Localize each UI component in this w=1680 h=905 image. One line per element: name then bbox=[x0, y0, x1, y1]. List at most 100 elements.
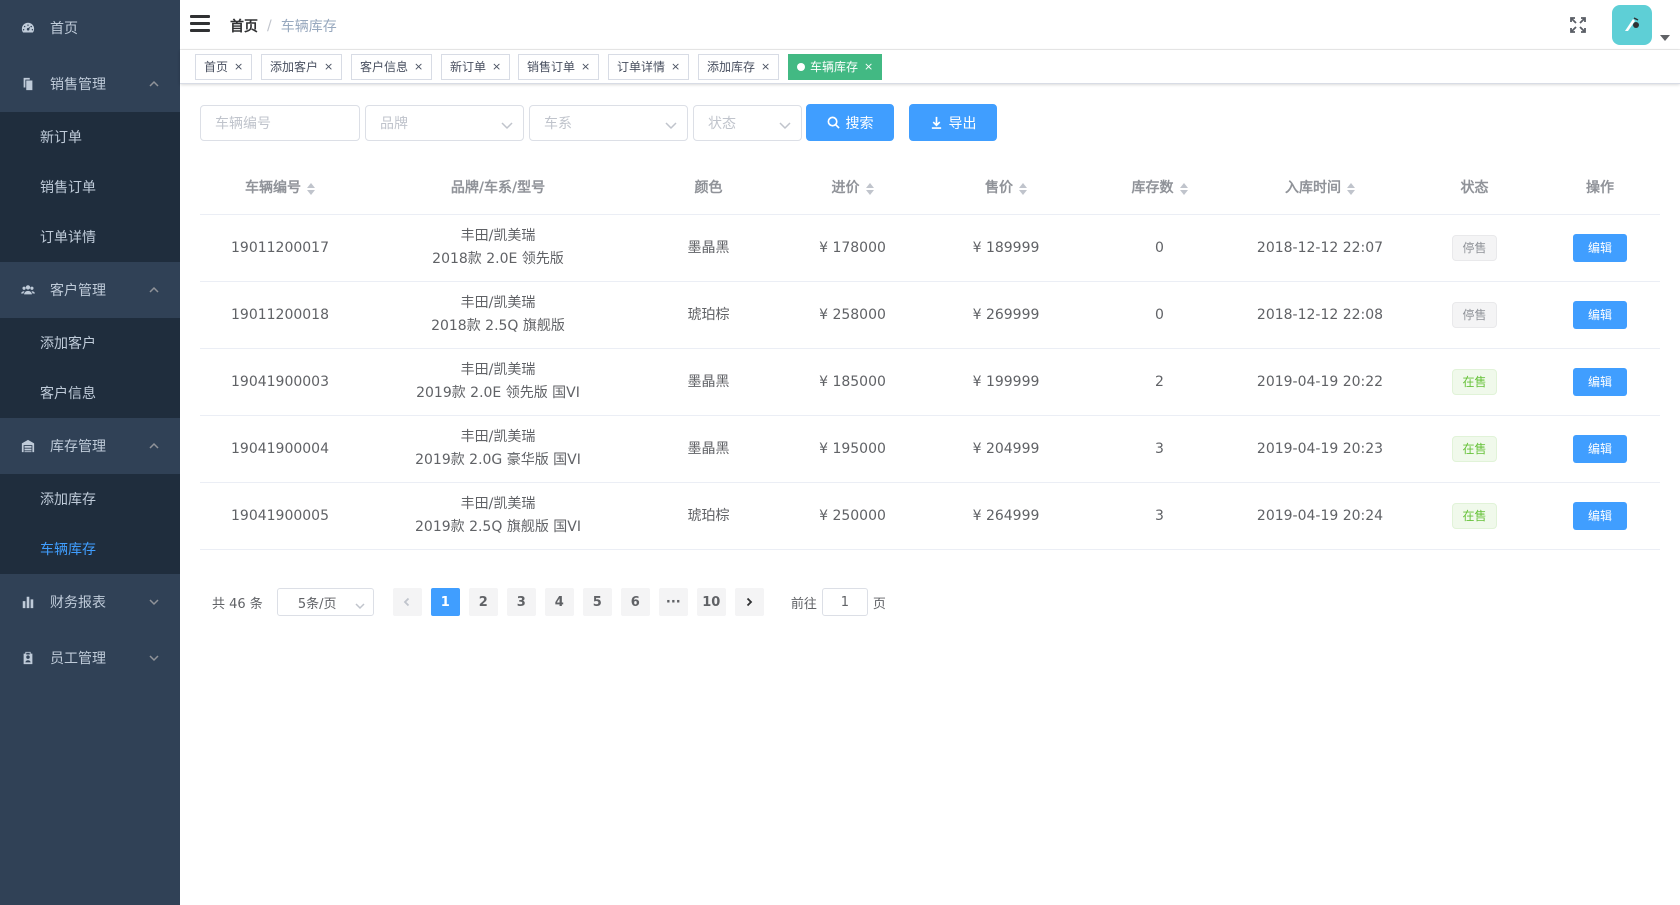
tag-new-order[interactable]: 新订单 × bbox=[441, 54, 511, 80]
sidebar-item-sales-orders[interactable]: 销售订单 bbox=[0, 162, 180, 212]
sidebar-item-staff[interactable]: 员工管理 bbox=[0, 630, 180, 686]
chevron-up-icon bbox=[148, 440, 160, 452]
next-page-button[interactable] bbox=[734, 588, 764, 616]
sidebar-item-add-stock[interactable]: 添加库存 bbox=[0, 474, 180, 524]
prev-page-button[interactable] bbox=[392, 588, 422, 616]
model-cell: 丰田/凯美瑞 2018款 2.0E 领先版 bbox=[432, 228, 564, 267]
avatar[interactable] bbox=[1612, 5, 1652, 45]
model-cell: 丰田/凯美瑞 2019款 2.0G 豪华版 国VI bbox=[415, 429, 581, 468]
tag-home[interactable]: 首页 × bbox=[195, 54, 253, 80]
more-pages-button[interactable]: ··· bbox=[658, 588, 688, 616]
action-cell: 编辑 bbox=[1540, 435, 1660, 463]
sort-icon[interactable] bbox=[1019, 182, 1027, 195]
edit-button[interactable]: 编辑 bbox=[1572, 435, 1627, 463]
brand-select[interactable]: 品牌 bbox=[365, 105, 524, 141]
sidebar-item-new-order[interactable]: 新订单 bbox=[0, 112, 180, 162]
col-time[interactable]: 入库时间 bbox=[1231, 177, 1409, 200]
col-stock[interactable]: 库存数 bbox=[1088, 177, 1231, 200]
sidebar-item-customer-info[interactable]: 客户信息 bbox=[0, 368, 180, 418]
breadcrumb: 首页 / 车辆库存 bbox=[230, 16, 337, 36]
tag-sales-orders[interactable]: 销售订单 × bbox=[518, 54, 600, 80]
tag-vehicle-stock[interactable]: 车辆库存 × bbox=[788, 54, 883, 80]
tag-add-customer[interactable]: 添加客户 × bbox=[261, 54, 343, 80]
submenu-inventory: 添加库存 车辆库存 bbox=[0, 474, 180, 574]
sidebar-item-sales[interactable]: 销售管理 bbox=[0, 56, 180, 112]
page-button[interactable]: 4 bbox=[544, 588, 574, 616]
page-button[interactable]: 3 bbox=[506, 588, 536, 616]
close-icon[interactable]: × bbox=[581, 55, 590, 79]
table-row: 19041900004 丰田/凯美瑞 2019款 2.0G 豪华版 国VI 墨晶黑 ¥ … bbox=[200, 416, 1660, 483]
page-button[interactable]: 5 bbox=[582, 588, 612, 616]
edit-button[interactable]: 编辑 bbox=[1572, 502, 1627, 530]
stock-cell: 3 bbox=[1155, 507, 1164, 524]
edit-button[interactable]: 编辑 bbox=[1572, 234, 1627, 262]
time-cell: 2019-04-19 20:24 bbox=[1256, 507, 1384, 524]
action-cell: 编辑 bbox=[1540, 301, 1660, 329]
close-icon[interactable]: × bbox=[414, 55, 423, 79]
edit-button[interactable]: 编辑 bbox=[1572, 301, 1627, 329]
close-icon[interactable]: × bbox=[234, 55, 243, 79]
vehicle-no-cell: 19041900004 bbox=[231, 440, 329, 457]
export-button[interactable]: 导出 bbox=[909, 104, 997, 141]
goto-page-input[interactable] bbox=[821, 588, 868, 616]
sort-icon[interactable] bbox=[865, 182, 874, 195]
page-button[interactable]: 2 bbox=[468, 588, 498, 616]
chevron-down-icon bbox=[501, 118, 513, 130]
page-button[interactable]: 10 bbox=[696, 588, 726, 616]
stock-cell: 0 bbox=[1155, 306, 1164, 323]
vehicle-no-input[interactable]: 车辆编号 bbox=[200, 105, 360, 141]
page-size-value: 5条/页 bbox=[297, 596, 337, 612]
fullscreen-icon[interactable] bbox=[1569, 16, 1587, 34]
caret-down-icon[interactable] bbox=[1660, 30, 1670, 41]
action-cell: 编辑 bbox=[1540, 368, 1660, 396]
page-size-select[interactable]: 5条/页 bbox=[276, 588, 374, 616]
sidebar-item-add-customer[interactable]: 添加客户 bbox=[0, 318, 180, 368]
series-select[interactable]: 车系 bbox=[529, 105, 688, 141]
series-placeholder: 车系 bbox=[544, 116, 572, 132]
table-body: 19011200017 丰田/凯美瑞 2018款 2.0E 领先版 墨晶黑 ¥ 1780… bbox=[200, 215, 1660, 550]
close-icon[interactable]: × bbox=[492, 55, 501, 79]
sidebar-item-home[interactable]: 首页 bbox=[0, 0, 180, 56]
sidebar-item-customers[interactable]: 客户管理 bbox=[0, 262, 180, 318]
goto-label: 前往 bbox=[790, 596, 817, 612]
close-icon[interactable]: × bbox=[864, 55, 873, 79]
status-select[interactable]: 状态 bbox=[693, 105, 802, 141]
tag-add-stock[interactable]: 添加库存 × bbox=[698, 54, 780, 80]
search-button[interactable]: 搜索 bbox=[806, 104, 894, 141]
page-jump: 前往 页 bbox=[791, 588, 886, 616]
chevron-up-icon bbox=[148, 78, 160, 90]
vehicle-stock-table: 车辆编号 品牌/车系/型号 颜色 进价 售价 库存数 入库时间 状态 操作 19… bbox=[200, 163, 1660, 550]
sidebar-item-order-details[interactable]: 订单详情 bbox=[0, 212, 180, 262]
sort-icon[interactable] bbox=[307, 182, 315, 195]
sidebar-item-inventory[interactable]: 库存管理 bbox=[0, 418, 180, 474]
chevron-down-icon bbox=[148, 652, 160, 664]
tag-label: 添加库存 bbox=[707, 60, 756, 74]
submenu-customers: 添加客户 客户信息 bbox=[0, 318, 180, 418]
status-badge: 在售 bbox=[1452, 369, 1497, 395]
col-vehicle-no[interactable]: 车辆编号 bbox=[200, 177, 360, 200]
edit-button[interactable]: 编辑 bbox=[1572, 368, 1627, 396]
col-cost[interactable]: 进价 bbox=[781, 177, 924, 200]
cost-cell: ¥ 195000 bbox=[819, 440, 886, 457]
tag-order-details[interactable]: 订单详情 × bbox=[608, 54, 690, 80]
sidebar-item-finance[interactable]: 财务报表 bbox=[0, 574, 180, 630]
close-icon[interactable]: × bbox=[324, 55, 333, 79]
cost-cell: ¥ 250000 bbox=[819, 507, 886, 524]
status-badge: 停售 bbox=[1452, 302, 1497, 328]
cost-cell: ¥ 178000 bbox=[819, 239, 886, 256]
chevron-down-icon bbox=[665, 118, 677, 130]
hamburger-icon[interactable] bbox=[190, 15, 210, 33]
sort-icon[interactable] bbox=[1179, 182, 1188, 195]
close-icon[interactable]: × bbox=[671, 55, 680, 79]
sort-icon[interactable] bbox=[1347, 182, 1355, 195]
model-cell: 丰田/凯美瑞 2019款 2.5Q 旗舰版 国VI bbox=[415, 496, 581, 535]
sidebar-item-label: 员工管理 bbox=[50, 651, 106, 667]
color-cell: 墨晶黑 bbox=[687, 239, 730, 256]
close-icon[interactable]: × bbox=[761, 55, 770, 79]
tag-customer-info[interactable]: 客户信息 × bbox=[351, 54, 433, 80]
breadcrumb-home[interactable]: 首页 bbox=[230, 16, 258, 36]
col-price[interactable]: 售价 bbox=[924, 177, 1088, 200]
sidebar-item-vehicle-stock[interactable]: 车辆库存 bbox=[0, 524, 180, 574]
page-button[interactable]: 1 bbox=[430, 588, 460, 616]
page-button[interactable]: 6 bbox=[620, 588, 650, 616]
